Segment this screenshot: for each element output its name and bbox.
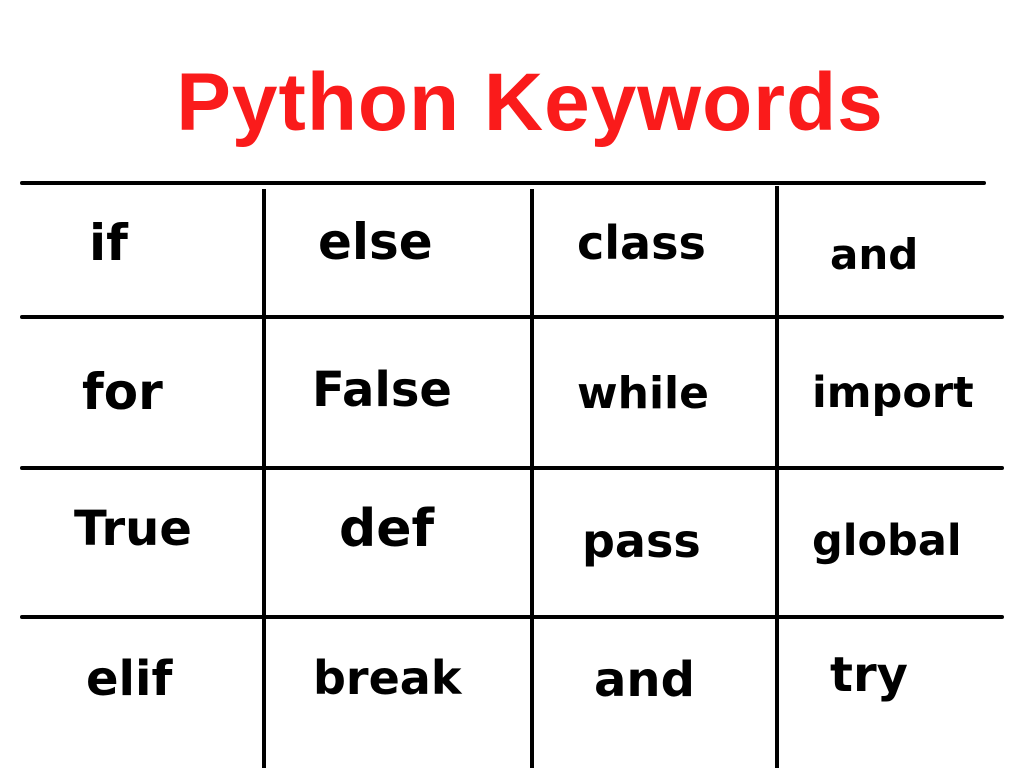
keyword-cell: import: [812, 368, 974, 418]
keyword-cell: and: [830, 230, 919, 279]
keyword-cell: class: [577, 216, 706, 270]
keyword-cell: and: [594, 652, 695, 708]
keyword-cell: False: [312, 362, 452, 418]
keyword-cell: break: [313, 651, 462, 705]
grid-row-divider: [20, 615, 1004, 619]
keyword-cell: True: [74, 501, 192, 557]
keyword-cell: if: [89, 214, 128, 272]
keyword-cell: pass: [582, 514, 701, 568]
keyword-cell: elif: [86, 651, 173, 707]
grid-column-divider: [775, 186, 779, 768]
keyword-cell: while: [577, 368, 709, 419]
grid-top-line: [20, 181, 986, 185]
keyword-cell: for: [82, 363, 163, 421]
keyword-cell: global: [812, 516, 962, 566]
page-title: Python Keywords: [176, 57, 884, 148]
keyword-cell: def: [339, 499, 435, 559]
keyword-cell: try: [830, 647, 908, 703]
grid-row-divider: [20, 315, 1004, 319]
grid-column-divider: [530, 189, 534, 768]
keyword-cell: else: [318, 213, 433, 271]
grid-column-divider: [262, 189, 266, 768]
grid-row-divider: [20, 466, 1004, 470]
